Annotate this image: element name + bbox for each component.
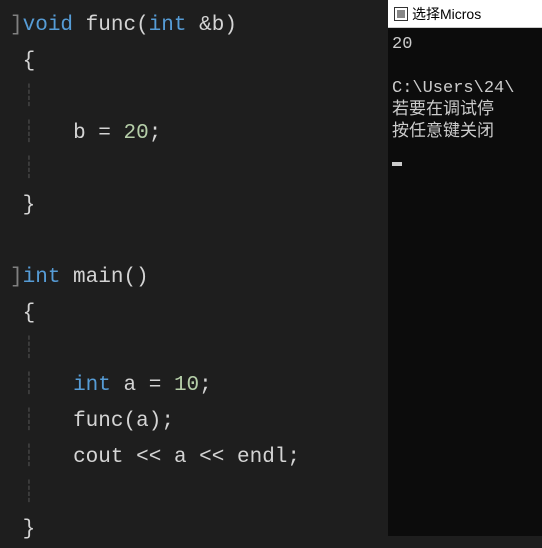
code-line: {	[0, 44, 388, 80]
code-line: }	[0, 188, 388, 224]
variable: a	[124, 374, 137, 397]
code-line: ┊ b = 20;	[0, 116, 388, 152]
number-literal: 10	[174, 374, 199, 397]
endl: endl	[237, 446, 287, 469]
console-line	[392, 56, 538, 78]
console-line: 若要在调试停	[392, 100, 538, 122]
type: int	[73, 374, 111, 397]
function-call: func	[73, 410, 123, 433]
type: int	[23, 266, 61, 289]
code-line: ┊	[0, 80, 388, 116]
console-line: 按任意键关闭	[392, 122, 538, 144]
code-line: ┊	[0, 476, 388, 512]
close-brace: }	[23, 518, 36, 541]
code-line: ┊	[0, 152, 388, 188]
console-line: 20	[392, 34, 538, 56]
code-line	[0, 224, 388, 260]
close-brace: }	[23, 194, 36, 217]
code-line: ]void func(int &b)	[0, 8, 388, 44]
console-line: C:\Users\24\	[392, 78, 538, 100]
code-line: }	[0, 512, 388, 548]
code-line: ]int main()	[0, 260, 388, 296]
keyword: void	[23, 14, 73, 37]
function-name: func	[86, 14, 136, 37]
console-titlebar[interactable]: 选择Micros	[388, 0, 542, 28]
function-name: main	[73, 266, 123, 289]
console-output[interactable]: 20 C:\Users\24\ 若要在调试停 按任意键关闭	[388, 28, 542, 536]
code-line: ┊ int a = 10;	[0, 368, 388, 404]
open-brace: {	[23, 302, 36, 325]
console-cursor-line	[392, 144, 538, 166]
code-line: ┊ func(a);	[0, 404, 388, 440]
type: int	[149, 14, 187, 37]
console-title-text: 选择Micros	[412, 4, 481, 24]
cursor	[392, 162, 402, 166]
number-literal: 20	[124, 122, 149, 145]
open-brace: {	[23, 50, 36, 73]
console-window[interactable]: 选择Micros 20 C:\Users\24\ 若要在调试停 按任意键关闭	[388, 0, 542, 536]
code-editor[interactable]: ]void func(int &b) { ┊ ┊ b = 20; ┊ } ]in…	[0, 0, 388, 536]
code-line: ┊	[0, 332, 388, 368]
code-line: ┊ cout << a << endl;	[0, 440, 388, 476]
variable: b	[73, 122, 86, 145]
cout: cout	[73, 446, 123, 469]
console-icon	[394, 7, 408, 21]
ref-param: &b	[199, 14, 224, 37]
code-line: {	[0, 296, 388, 332]
